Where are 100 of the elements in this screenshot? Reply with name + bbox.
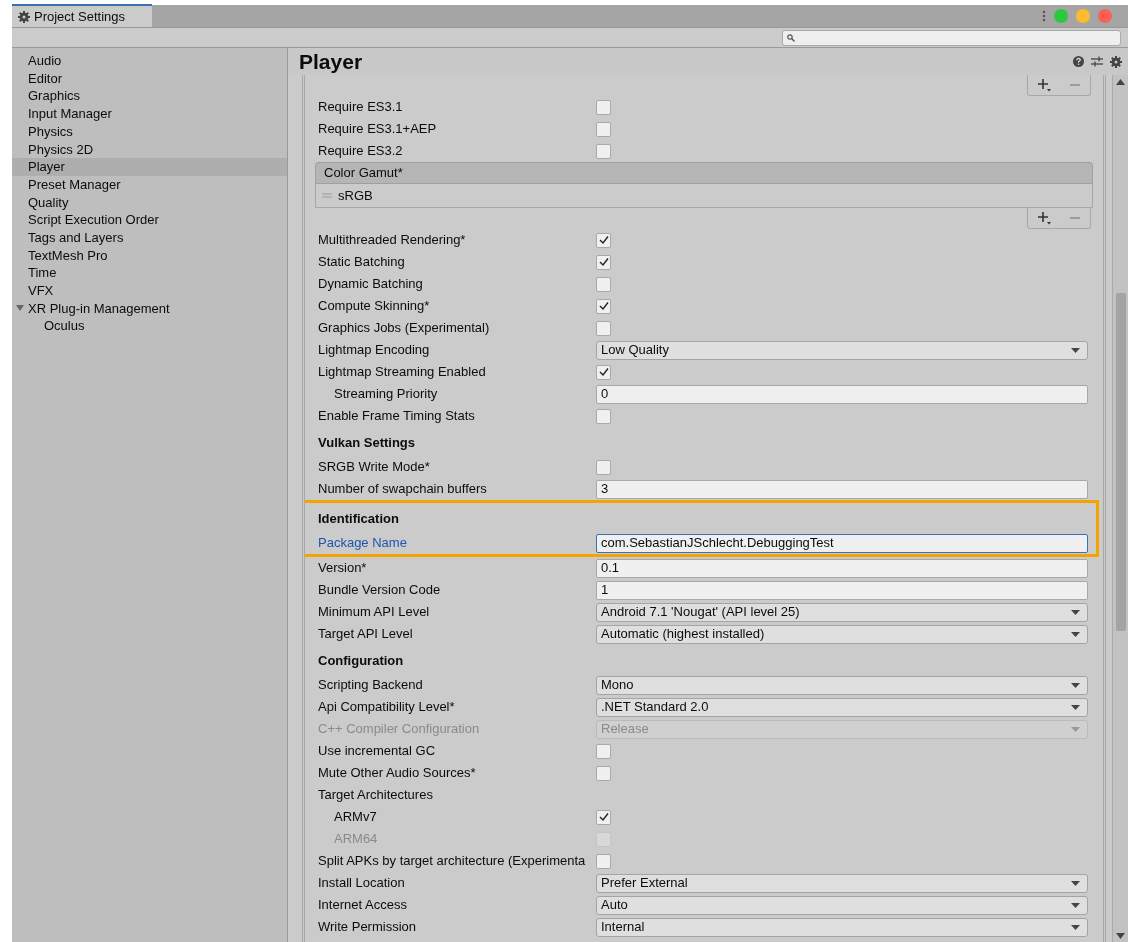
dropdown[interactable]: .NET Standard 2.0 [596, 697, 1088, 717]
help-icon[interactable] [1073, 56, 1084, 67]
tab-title: Project Settings [34, 7, 126, 26]
checkbox[interactable] [596, 743, 611, 759]
field-label: Minimum API Level [317, 603, 431, 622]
sidebar-item[interactable]: XR Plug-in Management [12, 299, 287, 318]
field-label: Graphics Jobs (Experimental) [317, 319, 491, 338]
more-icon[interactable] [1042, 9, 1046, 22]
field-label: Internet Access [317, 896, 408, 915]
checkbox[interactable] [596, 99, 611, 115]
field-label: Require ES3.2 [317, 142, 404, 161]
text-field[interactable]: 3 [596, 479, 1088, 499]
field-label: Require ES3.1 [317, 98, 404, 117]
caret-icon [1071, 631, 1080, 637]
scroll-up-icon[interactable] [1116, 79, 1125, 85]
field-label: Target Architectures [317, 786, 434, 805]
sidebar-item[interactable]: Audio [12, 52, 287, 70]
minimize-button[interactable] [1076, 8, 1090, 23]
expand-icon[interactable] [16, 304, 24, 313]
checkbox[interactable] [596, 853, 611, 869]
field-label: Write Permission [317, 918, 417, 937]
sidebar-item[interactable]: Time [12, 264, 287, 282]
add-icon[interactable] [1037, 211, 1051, 225]
checkbox[interactable] [596, 809, 611, 825]
sidebar-item[interactable]: Input Manager [12, 105, 287, 123]
field-label: Install Location [317, 874, 406, 893]
caret-icon [1071, 726, 1080, 732]
checkbox[interactable] [596, 254, 611, 270]
sidebar-item[interactable]: Preset Manager [12, 175, 287, 194]
sidebar-item[interactable]: Tags and Layers [12, 228, 287, 247]
dropdown[interactable]: Mono [596, 675, 1088, 695]
sidebar-item[interactable]: Quality [12, 193, 287, 212]
gear-icon [18, 10, 30, 23]
search-icon [787, 33, 795, 42]
sidebar-item[interactable]: Physics [12, 122, 287, 141]
dropdown[interactable]: Internal [596, 917, 1088, 937]
sidebar-item[interactable]: Physics 2D [12, 140, 287, 159]
sidebar-item[interactable]: TextMesh Pro [12, 246, 287, 265]
check-icon [598, 235, 609, 245]
text-field[interactable]: 0.1 [596, 558, 1088, 578]
caret-icon [1071, 609, 1080, 615]
field-label: ARMv7 [333, 808, 378, 827]
checkbox[interactable] [596, 298, 611, 314]
sidebar-item[interactable]: Player [12, 158, 287, 176]
field-label: Number of swapchain buffers [317, 480, 488, 499]
caret-icon [1071, 347, 1080, 353]
checkbox[interactable] [596, 408, 611, 424]
checkbox[interactable] [596, 364, 611, 380]
field-label: SRGB Write Mode* [317, 458, 431, 477]
dropdown[interactable]: Auto [596, 895, 1088, 915]
field-label: Lightmap Streaming Enabled [317, 363, 487, 382]
field-label: Static Batching [317, 253, 406, 272]
list-item[interactable]: sRGB [315, 184, 1093, 208]
dropdown[interactable]: Automatic (highest installed) [596, 624, 1088, 644]
checkbox[interactable] [596, 121, 611, 137]
add-icon[interactable] [1037, 78, 1051, 92]
scroll-down-icon[interactable] [1116, 933, 1125, 939]
field-label: Require ES3.1+AEP [317, 120, 438, 139]
field-label: Enable Frame Timing Stats [317, 407, 476, 426]
checkbox[interactable] [596, 765, 611, 781]
sidebar-item[interactable]: Script Execution Order [12, 211, 287, 229]
sidebar-item[interactable]: Graphics [12, 87, 287, 106]
search-field[interactable] [782, 29, 1121, 46]
window-tab[interactable]: Project Settings [12, 4, 152, 27]
sidebar-item[interactable]: Editor [12, 69, 287, 88]
checkbox[interactable] [596, 459, 611, 475]
section-header: Configuration [317, 651, 405, 670]
scroll-thumb[interactable] [1115, 293, 1126, 631]
sidebar-item[interactable]: Oculus [12, 317, 287, 335]
dropdown[interactable]: Android 7.1 'Nougat' (API level 25) [596, 602, 1088, 622]
checkbox[interactable] [596, 143, 611, 159]
settings-icon[interactable] [1110, 55, 1122, 68]
field-label: ARM64 [333, 830, 379, 849]
check-icon [598, 257, 609, 267]
field-label: Bundle Version Code [317, 581, 442, 600]
field-label: Compute Skinning* [317, 297, 431, 316]
checkbox[interactable] [596, 276, 611, 292]
checkbox[interactable] [596, 232, 611, 248]
maximize-button[interactable] [1054, 8, 1068, 23]
field-label: C++ Compiler Configuration [317, 720, 481, 739]
field-label: Split APKs by target architecture (Experimenta [317, 852, 587, 871]
sliders-icon[interactable] [1091, 56, 1103, 67]
field-label: Lightmap Encoding [317, 341, 431, 360]
close-button[interactable] [1098, 8, 1112, 23]
field-label: Target API Level [317, 625, 414, 644]
list-header: Color Gamut* [315, 162, 1093, 184]
field-label: Dynamic Batching [317, 275, 424, 294]
dropdown[interactable]: Low Quality [596, 340, 1088, 360]
panel-title: Player [299, 48, 363, 75]
text-field[interactable]: 0 [596, 384, 1088, 404]
check-icon [598, 812, 609, 822]
text-field[interactable]: com.SebastianJSchlecht.DebuggingTest [596, 533, 1088, 553]
text-field[interactable]: 1 [596, 580, 1088, 600]
checkbox[interactable] [596, 320, 611, 336]
scrollbar[interactable] [1112, 75, 1128, 942]
caret-icon [1071, 880, 1080, 886]
field-label: Package Name [317, 534, 408, 553]
dropdown[interactable]: Prefer External [596, 873, 1088, 893]
field-label: Mute Other Audio Sources* [317, 764, 477, 783]
sidebar-item[interactable]: VFX [12, 281, 287, 300]
